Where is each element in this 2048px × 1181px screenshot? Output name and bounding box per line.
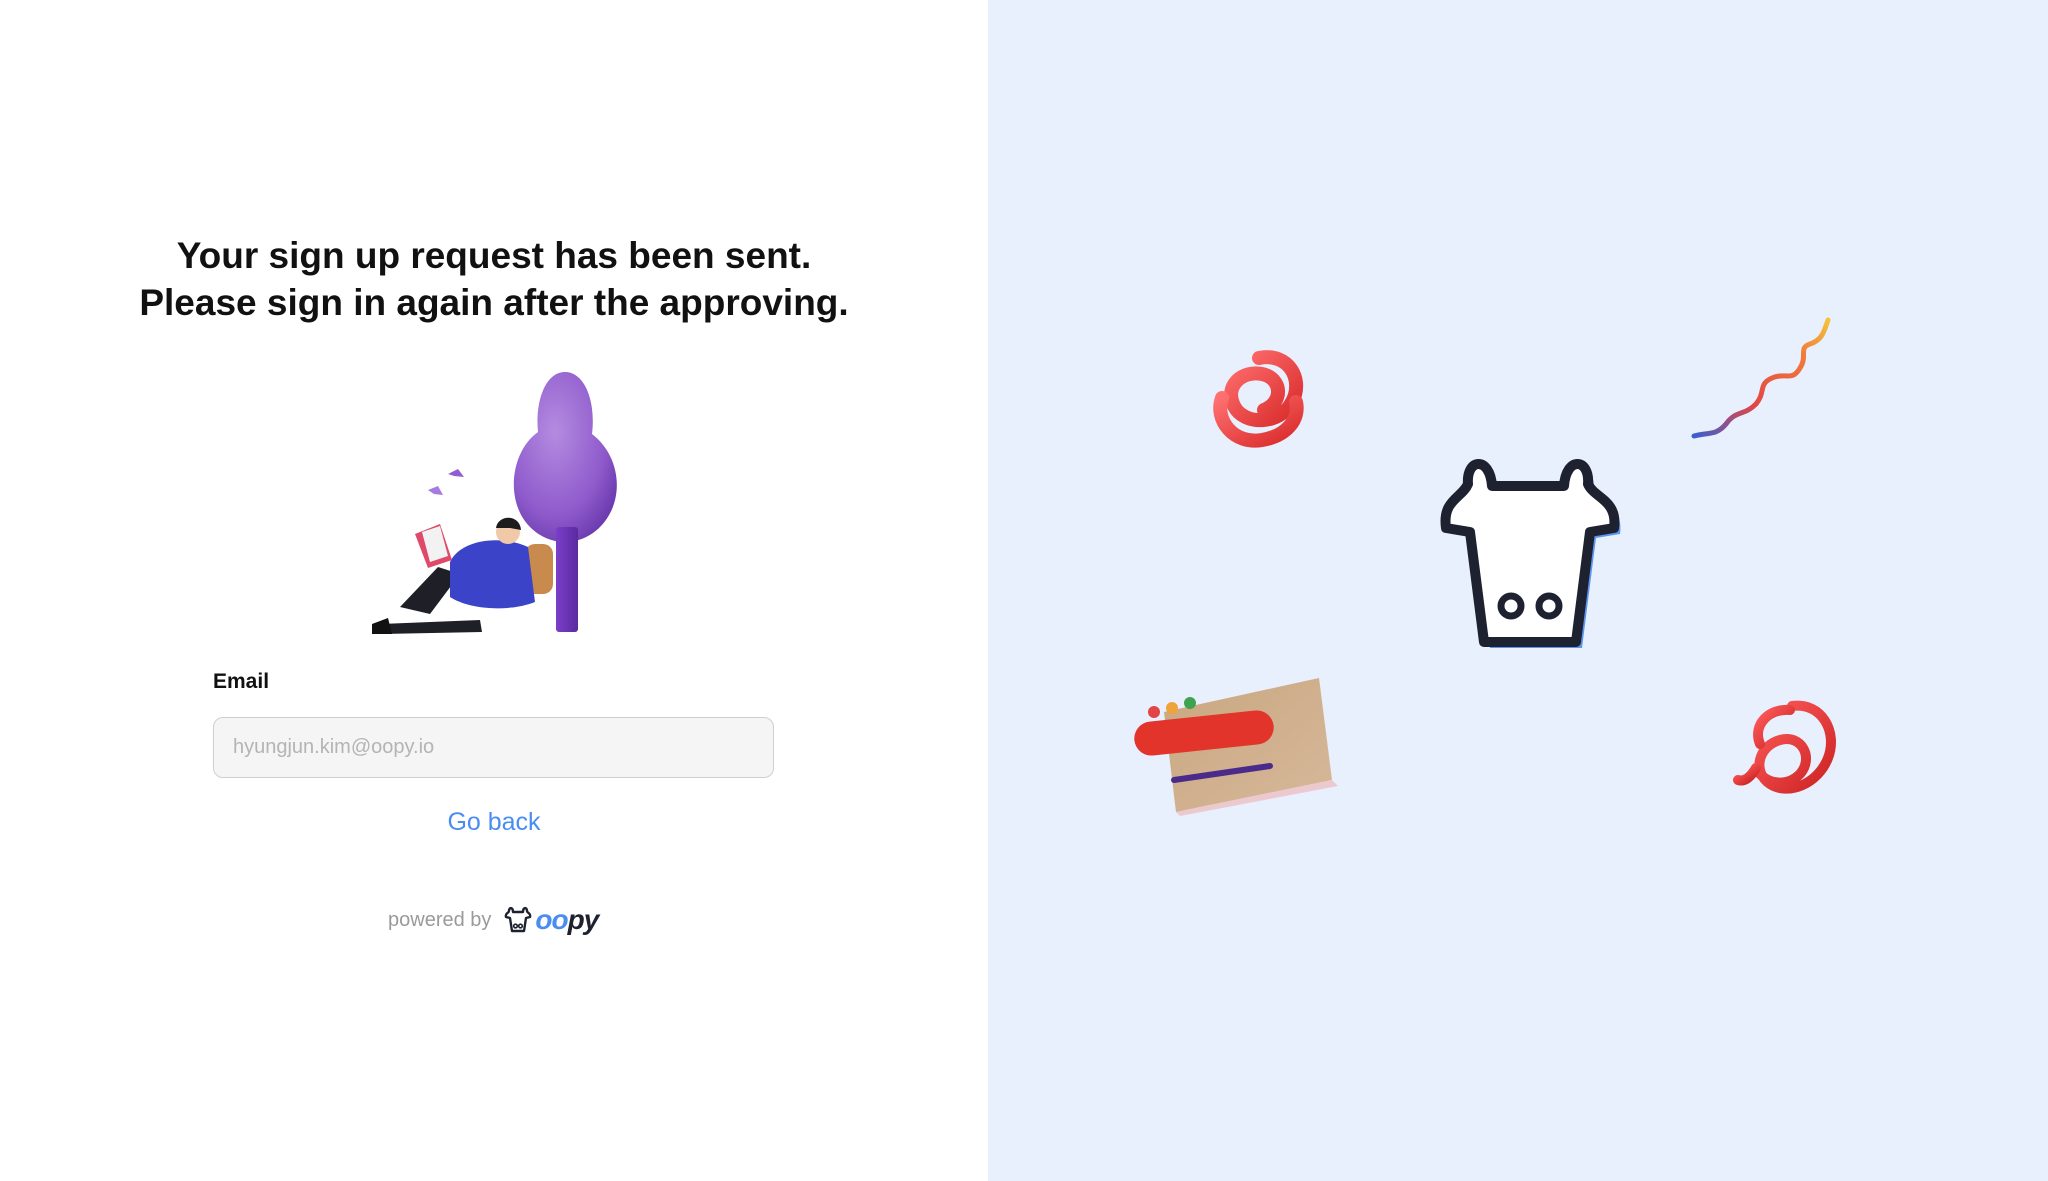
left-panel: Your sign up request has been sent. Plea… bbox=[0, 0, 988, 1181]
red-spiral-icon bbox=[1213, 350, 1304, 448]
page-title: Your sign up request has been sent. Plea… bbox=[0, 232, 988, 326]
reading-person-illustration bbox=[372, 372, 617, 634]
right-panel bbox=[988, 0, 2048, 1181]
go-back-link[interactable]: Go back bbox=[0, 808, 988, 837]
brand-name: oopy bbox=[535, 904, 600, 936]
email-field[interactable] bbox=[213, 717, 774, 778]
signup-pending-page: Your sign up request has been sent. Plea… bbox=[0, 0, 2048, 1181]
title-line-1: Your sign up request has been sent. bbox=[176, 235, 812, 276]
brand-name-oo: oo bbox=[535, 904, 568, 935]
powered-by-text: powered by bbox=[388, 908, 492, 931]
card-with-bar-icon bbox=[1134, 678, 1338, 816]
powered-by: powered by oopy bbox=[388, 900, 600, 940]
cow-mascot-icon bbox=[1440, 459, 1621, 648]
red-coil-icon bbox=[1733, 700, 1836, 794]
brand-name-py: py bbox=[567, 904, 600, 935]
rainbow-squiggle-icon bbox=[1691, 317, 1831, 439]
oopy-logo[interactable]: oopy bbox=[503, 904, 600, 936]
title-line-2: Please sign in again after the approving… bbox=[139, 282, 849, 323]
email-label: Email bbox=[213, 670, 270, 693]
cow-logo-icon bbox=[505, 906, 532, 933]
